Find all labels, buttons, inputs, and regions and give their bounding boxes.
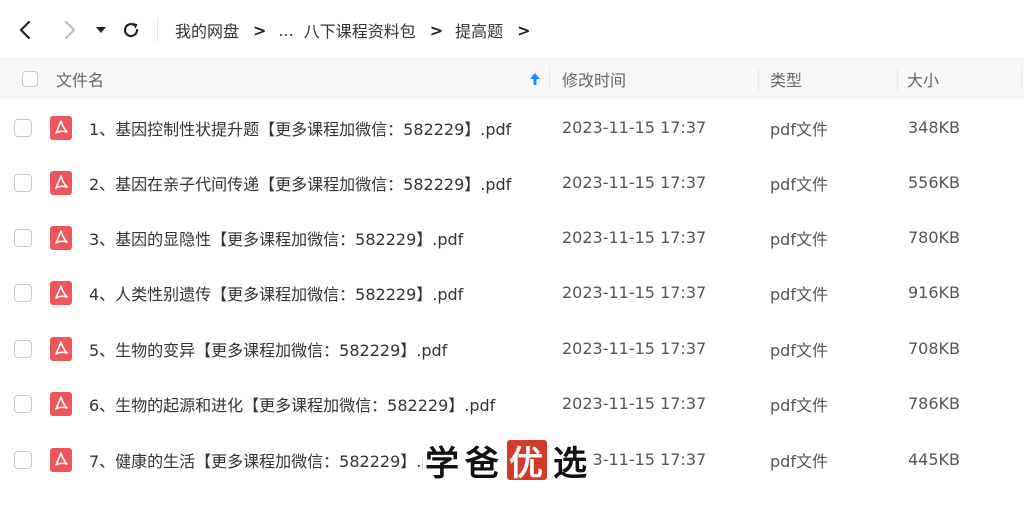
table-row[interactable]: 5、生物的变异【更多课程加微信：582229】.pdf 2023-11-15 1… [0,321,1024,376]
pdf-file-icon [50,170,72,195]
row-checkbox[interactable] [14,450,32,469]
file-size: 780KB [908,228,961,247]
row-checkbox[interactable] [14,173,32,192]
file-type: pdf文件 [770,451,828,471]
chevron-right-icon [65,21,75,39]
breadcrumb-separator: > [429,20,444,40]
column-header-type[interactable]: 类型 [770,59,802,99]
table-row[interactable]: 2、基因在亲子代间传递【更多课程加微信：582229】.pdf 2023-11-… [0,155,1024,210]
watermark-logo: 学 爸 优 选 [423,435,591,485]
file-size: 708KB [908,339,961,358]
file-name[interactable]: 4、人类性别遗传【更多课程加微信：582229】.pdf [89,265,463,320]
watermark-char: 优 [509,443,545,484]
toolbar: 我的网盘 > ... 八下课程资料包 > 提高题 > [0,0,1024,58]
history-dropdown-button[interactable] [90,16,112,44]
column-divider[interactable] [1021,67,1022,91]
file-name[interactable]: 1、基因控制性状提升题【更多课程加微信：582229】.pdf [89,100,511,155]
file-size: 445KB [908,450,961,469]
breadcrumb-item-current-folder[interactable]: 提高题 [455,18,503,42]
file-name[interactable]: 3、基因的显隐性【更多课程加微信：582229】.pdf [89,210,463,265]
file-modified: 2023-11-15 17:37 [562,394,707,413]
file-modified: 2023-11-15 17:37 [562,228,707,247]
table-row[interactable]: 4、人类性别遗传【更多课程加微信：582229】.pdf 2023-11-15 … [0,265,1024,320]
file-modified: 2023-11-15 17:37 [562,173,707,192]
column-divider[interactable] [758,67,759,91]
pdf-file-icon [50,225,72,250]
watermark-char: 选 [551,435,591,485]
table-row[interactable]: 3、基因的显隐性【更多课程加微信：582229】.pdf 2023-11-15 … [0,210,1024,265]
sort-up-arrow-icon[interactable] [529,71,541,87]
table-header: 文件名 修改时间 类型 大小 [0,59,1024,99]
file-size: 786KB [908,394,961,413]
file-type: pdf文件 [770,395,828,415]
column-divider[interactable] [897,67,898,91]
table-row[interactable]: 1、基因控制性状提升题【更多课程加微信：582229】.pdf 2023-11-… [0,100,1024,155]
column-header-size[interactable]: 大小 [907,59,939,99]
refresh-icon [123,22,139,38]
column-divider[interactable] [549,67,550,91]
forward-button[interactable] [55,16,83,44]
breadcrumb-item-ellipsis[interactable]: ... [278,21,293,40]
file-name[interactable]: 5、生物的变异【更多课程加微信：582229】.pdf [89,321,447,376]
breadcrumb: 我的网盘 > ... 八下课程资料包 > 提高题 > [175,18,543,42]
caret-down-icon [96,27,106,33]
column-header-modified[interactable]: 修改时间 [562,59,626,99]
column-header-name[interactable]: 文件名 [56,59,104,99]
watermark-char: 学 [423,435,463,485]
pdf-file-icon [50,391,72,416]
file-type: pdf文件 [770,229,828,249]
toolbar-divider [157,18,158,42]
file-size: 348KB [908,118,961,137]
chevron-left-icon [19,20,31,40]
file-type: pdf文件 [770,284,828,304]
select-all-cell [22,59,38,99]
row-checkbox[interactable] [14,228,32,247]
file-modified: 2023-11-15 17:37 [562,339,707,358]
file-type: pdf文件 [770,119,828,139]
pdf-file-icon [50,115,72,140]
table-row[interactable]: 6、生物的起源和进化【更多课程加微信：582229】.pdf 2023-11-1… [0,376,1024,431]
breadcrumb-item-course-pack[interactable]: 八下课程资料包 [304,18,416,42]
pdf-file-icon [50,336,72,361]
breadcrumb-separator: > [253,20,267,40]
file-type: pdf文件 [770,340,828,360]
breadcrumb-separator: > [517,20,531,40]
row-checkbox[interactable] [14,118,32,137]
file-size: 916KB [908,283,961,302]
back-button[interactable] [12,16,40,44]
file-name[interactable]: 7、健康的生活【更多课程加微信：582229】.pdf [89,432,447,487]
file-type: pdf文件 [770,174,828,194]
pdf-file-icon [50,447,72,472]
row-checkbox[interactable] [14,339,32,358]
refresh-button[interactable] [117,16,145,44]
file-size: 556KB [908,173,961,192]
row-checkbox[interactable] [14,394,32,413]
file-modified: 2023-11-15 17:37 [562,118,707,137]
row-checkbox[interactable] [14,283,32,302]
breadcrumb-item-my-drive[interactable]: 我的网盘 [175,18,239,42]
select-all-checkbox[interactable] [22,71,38,87]
file-name[interactable]: 6、生物的起源和进化【更多课程加微信：582229】.pdf [89,376,495,431]
watermark-char: 爸 [463,435,503,485]
pdf-file-icon [50,280,72,305]
watermark-seal: 优 [507,440,547,484]
file-name[interactable]: 2、基因在亲子代间传递【更多课程加微信：582229】.pdf [89,155,511,210]
file-modified: 2023-11-15 17:37 [562,283,707,302]
